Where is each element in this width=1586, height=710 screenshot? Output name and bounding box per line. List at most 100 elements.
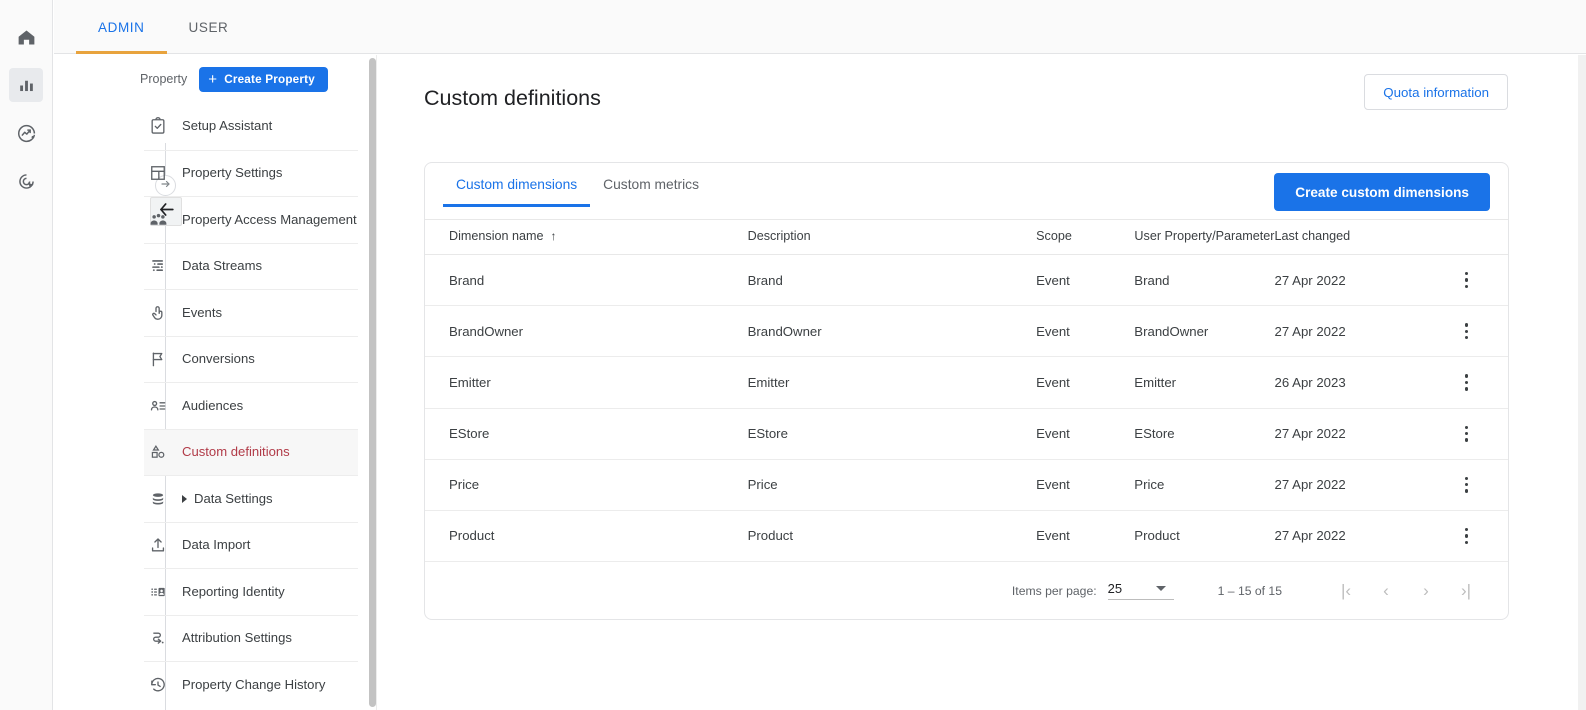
- column-header-user-property-parameter[interactable]: User Property/Parameter: [1134, 219, 1275, 255]
- sidebar-item-label: Custom definitions: [182, 444, 290, 459]
- chevron-right-icon[interactable]: [182, 494, 187, 503]
- sidebar-item-label: Data Import: [182, 537, 251, 552]
- rail-item-reports[interactable]: [9, 68, 43, 102]
- table-row[interactable]: Emitter Emitter Event Emitter 26 Apr 202…: [425, 356, 1508, 409]
- cell-last-changed: 27 Apr 2022: [1274, 305, 1425, 358]
- column-header-description[interactable]: Description: [747, 219, 1037, 255]
- kebab-menu-icon[interactable]: [1425, 527, 1508, 545]
- cell-dimension-name: Brand: [425, 254, 748, 307]
- cell-dimension-name: Product: [425, 510, 748, 563]
- previous-page-button[interactable]: ‹: [1366, 571, 1406, 611]
- rail-item-home[interactable]: [9, 20, 43, 54]
- kebab-menu-icon[interactable]: [1425, 272, 1508, 289]
- sidebar-item-attribution-settings[interactable]: Attribution Settings: [144, 614, 358, 662]
- tab-custom-dimensions-label: Custom dimensions: [456, 177, 578, 192]
- items-per-page-value: 25: [1107, 581, 1123, 597]
- cell-actions: [1424, 356, 1508, 409]
- cell-scope: Event: [1036, 408, 1135, 460]
- sidebar-item-data-settings[interactable]: Data Settings: [144, 475, 358, 522]
- create-custom-dimensions-label: Create custom dimensions: [1295, 184, 1469, 200]
- sidebar-item-events[interactable]: Events: [144, 289, 358, 336]
- tab-user[interactable]: USER: [167, 0, 251, 54]
- sidebar-item-audiences[interactable]: Audiences: [144, 382, 358, 429]
- sidebar-item-conversions[interactable]: Conversions: [144, 335, 358, 383]
- cell-description: Product: [747, 510, 1037, 563]
- kebab-menu-icon[interactable]: [1425, 323, 1508, 340]
- quota-information-label: Quota information: [1383, 84, 1489, 100]
- tab-admin[interactable]: ADMIN: [76, 0, 167, 54]
- tab-custom-dimensions[interactable]: Custom dimensions: [443, 177, 591, 207]
- cell-description: EStore: [747, 408, 1037, 460]
- database-icon: [148, 489, 182, 509]
- cell-parameter: EStore: [1134, 408, 1275, 460]
- shapes-icon: [148, 442, 182, 462]
- custom-dimensions-table: Dimension name ↑ Description Scope User P…: [425, 219, 1508, 563]
- admin-side-panel: Property + Create Property Setup Assista…: [54, 55, 376, 710]
- sidebar-item-reporting-identity[interactable]: Reporting Identity: [144, 568, 358, 615]
- sidebar-item-label: Reporting Identity: [182, 583, 285, 599]
- pagination-range-label: 1 – 15 of 15: [1217, 583, 1282, 598]
- home-icon: [16, 27, 37, 48]
- items-per-page-label: Items per page:: [1011, 583, 1097, 598]
- column-header-actions: [1424, 219, 1508, 255]
- table-row[interactable]: EStore EStore Event EStore 27 Apr 2022: [425, 408, 1508, 460]
- card-tabs: Custom dimensions Custom metrics: [443, 177, 712, 207]
- quota-information-button[interactable]: Quota information: [1364, 74, 1508, 110]
- cell-description: Brand: [747, 254, 1037, 307]
- attribution-path-icon: [148, 628, 182, 648]
- rail-item-advertising[interactable]: [9, 164, 43, 198]
- kebab-menu-icon[interactable]: [1425, 476, 1508, 493]
- cell-dimension-name: Price: [425, 459, 748, 511]
- table-row[interactable]: BrandOwner BrandOwner Event BrandOwner 2…: [425, 305, 1508, 358]
- cell-scope: Event: [1036, 305, 1135, 358]
- sidebar-item-property-access-management[interactable]: Property Access Management: [144, 196, 358, 243]
- next-page-button[interactable]: ›: [1406, 571, 1446, 611]
- column-header-last-changed[interactable]: Last changed: [1274, 219, 1425, 255]
- sidebar-item-property-change-history[interactable]: Property Change History: [144, 661, 358, 708]
- tab-custom-metrics[interactable]: Custom metrics: [590, 177, 712, 207]
- column-header-scope[interactable]: Scope: [1036, 219, 1135, 255]
- sidebar-item-label: Property Change History: [182, 676, 326, 692]
- sidebar-item-data-import[interactable]: Data Import: [144, 521, 358, 569]
- kebab-menu-icon[interactable]: [1425, 374, 1508, 391]
- tab-admin-label: ADMIN: [98, 19, 145, 35]
- cell-parameter: Brand: [1134, 254, 1275, 307]
- create-property-button[interactable]: + Create Property: [199, 66, 328, 92]
- cell-actions: [1424, 305, 1508, 358]
- create-custom-dimensions-button[interactable]: Create custom dimensions: [1274, 173, 1490, 211]
- column-header-label: Scope: [1036, 229, 1072, 243]
- cell-scope: Event: [1036, 356, 1135, 409]
- admin-panel-scrollbar[interactable]: [369, 58, 376, 707]
- chevron-down-icon: [1155, 586, 1166, 592]
- page-title: Custom definitions: [424, 86, 601, 110]
- sidebar-item-label: Property Settings: [182, 165, 283, 180]
- cell-dimension-name: Emitter: [425, 356, 748, 409]
- last-page-button[interactable]: ›|: [1446, 571, 1486, 611]
- cell-actions: [1424, 408, 1508, 460]
- sidebar-item-label: Setup Assistant: [182, 118, 273, 133]
- items-per-page-select[interactable]: 25: [1107, 581, 1174, 601]
- cell-last-changed: 26 Apr 2023: [1274, 356, 1425, 409]
- sidebar-item-label: Events: [182, 304, 223, 320]
- column-header-dimension-name[interactable]: Dimension name ↑: [425, 219, 748, 255]
- cell-parameter: Emitter: [1134, 356, 1275, 409]
- page-scrollbar[interactable]: [1578, 55, 1586, 710]
- kebab-menu-icon[interactable]: [1425, 425, 1508, 442]
- app-root: ADMIN USER Property + Create Property Se…: [0, 0, 1586, 710]
- cell-parameter: Product: [1134, 510, 1275, 563]
- first-page-button[interactable]: |‹: [1326, 571, 1366, 611]
- property-header: Property + Create Property: [54, 55, 376, 103]
- table-row[interactable]: Price Price Event Price 27 Apr 2022: [425, 459, 1508, 511]
- sidebar-item-property-settings[interactable]: Property Settings: [144, 149, 358, 197]
- table-row[interactable]: Product Product Event Product 27 Apr 202…: [425, 510, 1508, 563]
- cell-last-changed: 27 Apr 2022: [1274, 408, 1425, 460]
- table-row[interactable]: Brand Brand Event Brand 27 Apr 2022: [425, 254, 1508, 307]
- cell-dimension-name: BrandOwner: [425, 305, 748, 358]
- column-header-label: Last changed: [1274, 229, 1351, 243]
- rail-item-explore[interactable]: [9, 116, 43, 150]
- sidebar-item-data-streams[interactable]: Data Streams: [144, 242, 358, 290]
- cell-actions: [1424, 459, 1508, 511]
- sidebar-item-setup-assistant[interactable]: Setup Assistant: [144, 103, 358, 150]
- sidebar-item-custom-definitions[interactable]: Custom definitions: [144, 428, 358, 475]
- cell-last-changed: 27 Apr 2022: [1274, 254, 1425, 307]
